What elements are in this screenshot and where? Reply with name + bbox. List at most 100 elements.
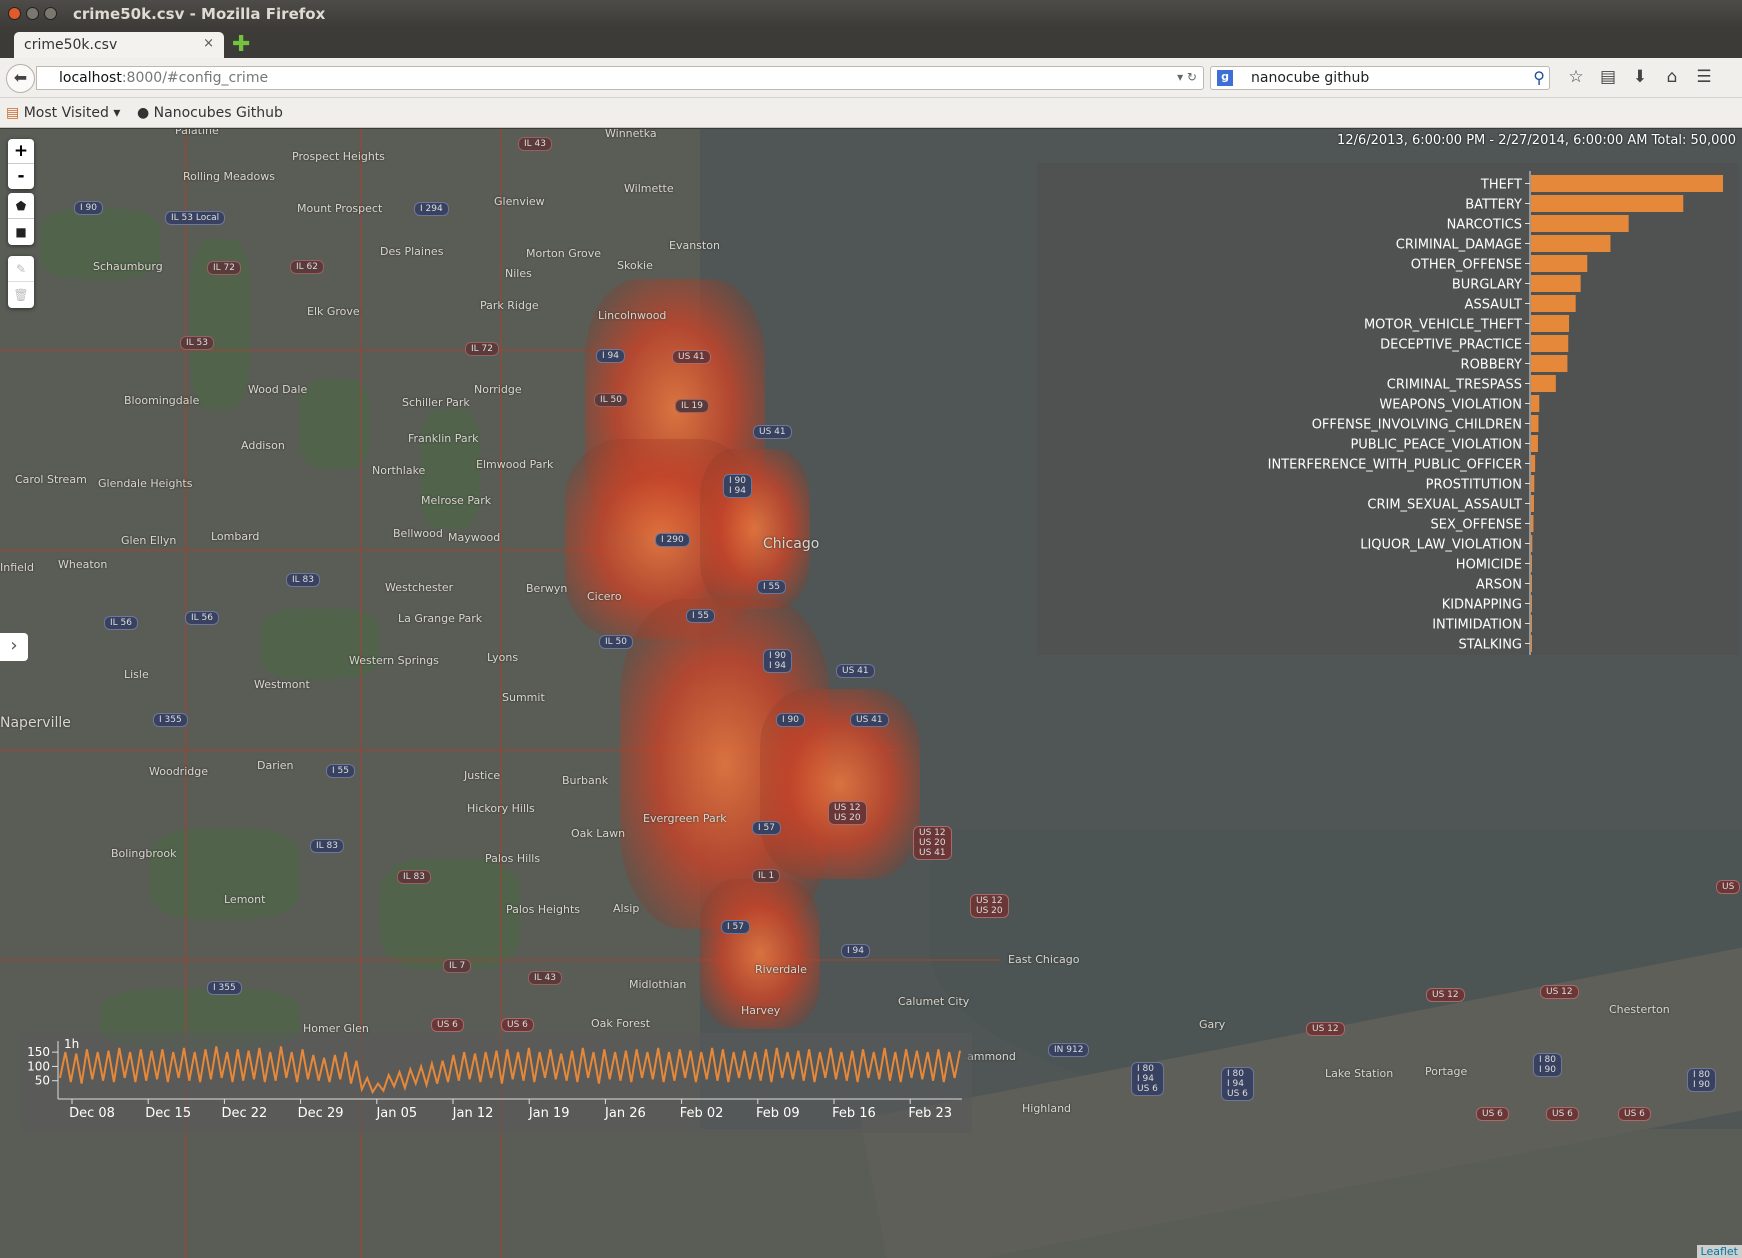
close-window-icon[interactable] (8, 7, 21, 20)
x-tick-label: Jan 26 (604, 1106, 646, 1121)
search-icon[interactable]: ⚲ (1533, 68, 1545, 87)
highway-shield: IL 72 (207, 261, 241, 275)
search-engine-icon[interactable]: g (1217, 70, 1233, 86)
highway-shield: I 80 I 90 (1533, 1053, 1562, 1077)
place-label: Skokie (617, 259, 653, 272)
category-label: PROSTITUTION (1426, 478, 1522, 493)
place-label: ammond (967, 1050, 1016, 1063)
home-icon[interactable]: ⌂ (1656, 67, 1688, 87)
place-label: Midlothian (629, 978, 687, 991)
place-label: Wheaton (58, 558, 108, 571)
draw-rectangle-icon[interactable]: ■ (8, 219, 34, 245)
highway-shield: US 12 US 20 (970, 894, 1009, 918)
place-label: Wood Dale (248, 383, 308, 396)
place-label: Glenview (494, 195, 545, 208)
place-label: Oak Lawn (571, 827, 626, 840)
place-label: Lake Station (1325, 1067, 1394, 1080)
category-label: NARCOTICS (1447, 218, 1522, 233)
highway-shield: I 290 (655, 533, 690, 547)
place-label: Palatine (175, 129, 219, 137)
search-field[interactable]: g nanocube github ⚲ (1210, 66, 1550, 90)
highway-shield: I 355 (153, 713, 188, 727)
close-tab-icon[interactable]: × (203, 36, 214, 51)
highway-shield: IL 72 (465, 342, 499, 356)
place-label: Riverdale (755, 963, 807, 976)
category-label: INTIMIDATION (1432, 618, 1522, 633)
back-icon[interactable]: ⬅ (6, 64, 35, 93)
place-label: Chicago (763, 536, 820, 552)
bar (1531, 455, 1536, 472)
category-label: ASSAULT (1465, 298, 1522, 313)
category-label: CRIMINAL_TRESPASS (1387, 378, 1522, 393)
bookmark-star-icon[interactable]: ☆ (1560, 67, 1592, 87)
bookmark-most-visited[interactable]: ▤ Most Visited ▾ (6, 105, 120, 121)
highway-shield: US 41 (672, 350, 711, 364)
map-view[interactable]: Palatine Winnetka Prospect Heights Rolli… (0, 129, 1742, 1258)
highway-shield: US 12 (1426, 988, 1465, 1002)
place-label: Naperville (0, 715, 71, 731)
crime-density-loop (700, 449, 810, 609)
maximize-window-icon[interactable] (44, 7, 57, 20)
zoom-in-button[interactable]: + (8, 139, 34, 164)
highway-shield: IL 7 (443, 959, 472, 973)
bar (1531, 255, 1588, 272)
place-label: Evergreen Park (643, 812, 727, 825)
highway-shield: US 12 US 20 (828, 801, 867, 825)
highway-shield: I 90 (776, 713, 805, 727)
place-label: Berwyn (526, 582, 568, 595)
new-tab-icon[interactable]: ✚ (232, 32, 250, 57)
highway-shield: US 6 (431, 1018, 464, 1032)
place-label: Lisle (124, 668, 149, 681)
highway-shield: IL 50 (599, 635, 633, 649)
highway-shield: I 80 I 94 US 6 (1221, 1067, 1254, 1101)
place-label: Palos Hills (485, 852, 541, 865)
zoom-out-button[interactable]: - (8, 164, 34, 189)
map-park (420, 409, 480, 529)
category-label: MOTOR_VEHICLE_THEFT (1364, 318, 1522, 333)
reading-list-icon[interactable]: ▤ (1592, 67, 1624, 87)
edit-toolbar: ✎ 🗑 (8, 256, 34, 308)
place-label: Infield (0, 561, 34, 574)
highway-shield: I 55 (686, 609, 715, 623)
highway-shield: IL 50 (594, 393, 628, 407)
y-tick-label: 150 (27, 1045, 50, 1059)
tab-crime50k[interactable]: crime50k.csv × (14, 32, 224, 59)
leaflet-attribution[interactable]: Leaflet (1696, 1245, 1742, 1258)
highway-shield: I 57 (752, 821, 781, 835)
place-label: Evanston (669, 239, 720, 252)
place-label: Hickory Hills (467, 802, 535, 815)
place-label: Summit (502, 691, 545, 704)
side-panel-toggle-icon[interactable]: › (0, 633, 28, 661)
bar (1531, 315, 1570, 332)
menu-icon[interactable]: ☰ (1688, 67, 1720, 87)
y-tick-label: 100 (27, 1059, 50, 1073)
download-icon[interactable]: ⬇ (1624, 67, 1656, 87)
highway-shield: IL 43 (518, 137, 552, 151)
bar (1531, 635, 1532, 652)
bookmark-nanocubes-github[interactable]: ● Nanocubes Github (137, 105, 283, 121)
delete-layers-icon[interactable]: 🗑 (8, 282, 34, 308)
bar (1531, 175, 1723, 192)
url-field[interactable]: localhost:8000/#config_crime ▾ ↻ (36, 66, 1204, 90)
bar (1531, 555, 1532, 572)
bar (1531, 415, 1539, 432)
category-label: THEFT (1480, 178, 1522, 193)
draw-toolbar: ⬟ ■ (8, 193, 34, 245)
x-tick-label: Feb 09 (756, 1106, 800, 1121)
draw-polygon-icon[interactable]: ⬟ (8, 193, 34, 219)
bar (1531, 495, 1534, 512)
highway-shield: I 55 (326, 764, 355, 778)
minimize-window-icon[interactable] (26, 7, 39, 20)
x-tick-label: Feb 02 (680, 1106, 724, 1121)
place-label: Rolling Meadows (183, 170, 275, 183)
edit-layers-icon[interactable]: ✎ (8, 256, 34, 282)
highway-shield: I 80 I 90 (1687, 1068, 1716, 1092)
highway-shield: IL 56 (104, 616, 138, 630)
category-label: OFFENSE_INVOLVING_CHILDREN (1312, 418, 1522, 433)
series-line (59, 1046, 961, 1095)
bar (1531, 595, 1532, 612)
url-dropdown-reload-icon[interactable]: ▾ ↻ (1177, 70, 1197, 84)
highway-shield: US (1716, 880, 1741, 894)
bookmark-most-visited-label: Most Visited ▾ (23, 105, 121, 121)
category-bar-chart: THEFT BATTERY NARCOTICS CRIMINAL_DAMAGE OTHE… (1037, 163, 1738, 655)
